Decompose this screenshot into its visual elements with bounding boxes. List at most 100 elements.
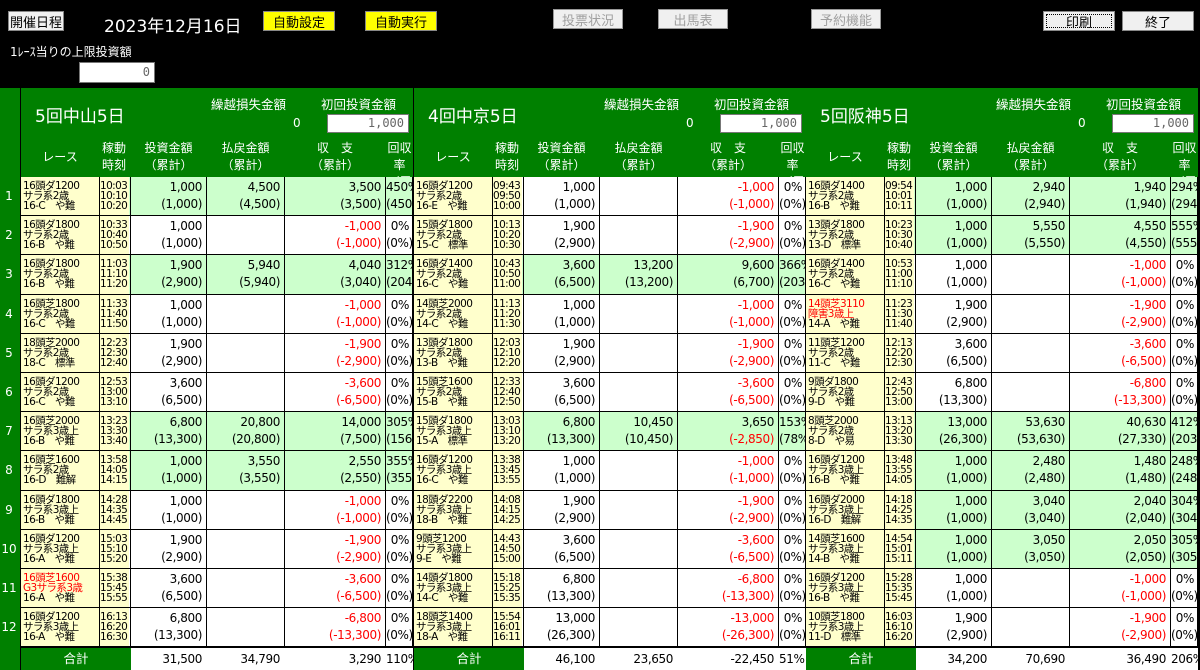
race-row[interactable]: 16頭ダ1400 サラ系2歳 16-B や難 09:54 10:01 10:11 1,000… [806,177,1200,217]
exit-button[interactable]: 終了 [1122,11,1194,31]
cell-divider [412,294,413,334]
cell-divider [915,490,916,530]
auto-setting-button[interactable]: 自動設定 [263,11,335,31]
cell-divider [385,216,386,256]
row-number: 2 [0,216,18,256]
race-invest-value: 3,600 [169,376,203,390]
race-row[interactable]: 14頭芝2000 サラ系2歳 14-C や難 11:13 11:20 11:30 1,000… [414,294,806,334]
race-row[interactable]: 16頭芝1800 サラ系2歳 16-C や難 11:33 11:40 11:50 1,000… [21,294,413,334]
cell-divider [677,333,678,373]
race-row[interactable]: 18頭芝2000 サラ系2歳 18-C 標準 12:23 12:30 12:40 1,900… [21,333,413,373]
vote-status-button[interactable]: 投票状況 [553,9,623,29]
payout-column-header: 払戻金額 （累計） [600,138,677,176]
race-row[interactable]: 16頭芝1600 G3サラ系3歳 16-A や難 15:38 15:45 15:55 3,6… [21,569,413,609]
race-row[interactable]: 15頭芝1600 サラ系2歳 15-B や難 12:33 12:40 12:50 3,600… [414,373,806,413]
race-row[interactable]: 16頭ダ1200 サラ系2歳 16-E や難 09:43 09:50 10:00 1,000… [414,177,806,217]
race-row[interactable]: 16頭芝1600 サラ系2歳 16-D 難解 13:58 14:05 14:15 1,000… [21,451,428,491]
initial-invest-input[interactable]: 1,000 [327,114,409,133]
race-row[interactable]: 10頭芝1800 サラ系3歳上 11-D 標準 16:03 16:10 16:20 1,90… [806,608,1198,648]
race-invest-value: (1,000) [161,314,202,329]
initial-invest-input[interactable]: 1,000 [1112,114,1194,133]
race-row[interactable]: 16頭ダ2000 サラ系3歳上 16-D 難解 14:18 14:25 14:35 1,00… [806,490,1200,530]
cell-divider [99,608,100,648]
auto-run-button[interactable]: 自動実行 [365,11,437,31]
reservation-button[interactable]: 予約機能 [811,9,881,29]
rate-column-header-line: 回収率 [1172,141,1197,172]
race-row[interactable]: 16頭ダ1400 サラ系2歳 16-C や難 10:53 11:00 11:10 1,000… [806,255,1198,295]
race-row[interactable]: 14頭芝1600 サラ系3歳上 14-B や難 14:54 15:01 15:11 1,00… [806,529,1200,569]
race-invest: 1,000 (1,000) [916,177,991,216]
total-balance: 3,290 [348,652,382,666]
race-row[interactable]: 16頭ダ1200 サラ系2歳 16-C や難 10:03 10:10 10:20 1,000… [21,177,428,217]
race-row[interactable]: 16頭ダ1400 サラ系2歳 16-C や難 10:43 10:50 11:00 3,600… [414,255,821,295]
race-balance: 4,550 (4,550) [1070,216,1170,255]
limit-input[interactable]: 0 [79,62,155,83]
race-row[interactable]: 11頭芝1200 サラ系2歳 11-C や難 12:13 12:20 12:30 3,600… [806,333,1198,373]
race-row[interactable]: 16頭ダ1200 サラ系3歳上 16-B や難 15:28 15:35 15:45 1,00… [806,569,1198,609]
race-payout-value: 5,550 [1032,219,1066,234]
race-row[interactable]: 13頭ダ1800 サラ系2歳 13-D 標準 10:23 10:30 10:40 1,000… [806,216,1200,256]
race-rate: 450% (450%) [386,177,428,216]
race-info-line: 18-C 標準 [23,356,75,369]
race-invest: 1,000 (1,000) [916,451,991,490]
race-rate-value: (0%) [386,510,413,525]
invest-column-header: 投資金額 （累計） [131,138,206,176]
race-rate-value: 0% [390,297,410,312]
race-rate-value: (0%) [779,589,806,603]
race-balance-value: (3,500) [340,197,381,211]
race-row[interactable]: 15頭ダ1800 サラ系2歳 15-C 標準 10:13 10:20 10:30 1,900… [414,216,806,256]
race-balance-value: (-26,300) [721,628,774,643]
race-balance-value: (-1,000) [729,314,774,329]
initial-invest-input[interactable]: 1,000 [720,114,802,133]
race-row[interactable]: 16頭ダ1200 サラ系3歳上 16-B や難 13:48 13:55 14:05 1,00… [806,451,1200,491]
race-row[interactable]: 18頭芝1400 サラ系3歳上 18-A や難 15:54 16:01 16:11 13,0… [414,608,806,648]
cell-divider [884,177,885,217]
race-row[interactable]: 16頭ダ1800 サラ系3歳上 16-B や難 14:28 14:35 14:45 1,00… [21,490,413,530]
print-button[interactable]: 印刷 [1043,11,1115,31]
race-invest-value: (1,000) [946,236,987,251]
race-row[interactable]: 16頭ダ1200 サラ系2歳 16-C や難 12:53 13:00 13:10 3,600… [21,373,413,413]
race-balance-value: -3,600 [344,572,382,586]
cell-divider [1170,608,1171,648]
cell-divider [1197,569,1198,609]
race-times: 10:53 11:00 11:10 [884,255,914,295]
race-times: 13:58 14:05 14:15 [99,451,129,491]
race-invest: 6,800 (13,300) [131,412,206,451]
race-payout [207,295,284,334]
race-row[interactable]: 16頭ダ1200 サラ系3歳上 16-A や難 15:03 15:10 15:20 1,90… [21,529,413,569]
cell-divider [412,216,413,256]
race-rate-value: 0% [783,532,803,547]
race-rate-value: (0%) [386,314,413,329]
race-rate-value: 0% [1175,572,1195,586]
race-payout: 3,040 (3,040) [992,491,1069,530]
cell-divider [677,412,678,452]
race-row[interactable]: 13頭ダ1800 サラ系2歳 13-B や難 12:03 12:10 12:20 1,900… [414,333,806,373]
race-row[interactable]: 16頭芝2000 サラ系3歳上 16-B や難 13:23 13:30 13:40 6,80… [21,412,428,452]
race-row[interactable]: 16頭ダ1800 サラ系2歳 16-B や難 11:03 11:10 11:20 1,900… [21,255,428,295]
race-row[interactable]: 14頭芝3110 障害3歳上 14-A や難 11:23 11:30 11:40 1,900… [806,294,1198,334]
race-row[interactable]: 15頭ダ1800 サラ系3歳上 15-A 標準 13:03 13:10 13:20 6,80… [414,412,813,452]
cell-divider [778,373,779,413]
race-row[interactable]: 14頭ダ1800 サラ系3歳上 14-C や難 15:18 15:25 15:35 6,80… [414,569,806,609]
cell-divider [385,373,386,413]
race-payout [600,334,677,373]
cell-divider [284,490,285,530]
race-row[interactable]: 16頭ダ1200 サラ系3歳上 16-A や難 16:13 16:20 16:30 6,80… [21,608,413,648]
race-rate-value: (204%) [386,275,428,290]
race-time: 14:15 [100,474,128,487]
cell-divider [412,490,413,530]
race-row[interactable]: 8頭芝2000 サラ系2歳 8-D や易 13:13 13:20 13:30 13,000 (… [806,412,1200,452]
race-rate: 412% (203%) [1171,412,1200,451]
race-rate: 305% (305%) [1171,530,1200,569]
race-row[interactable]: 9頭芝1200 サラ系3歳上 9-E や難 14:43 14:50 15:00 3,600 (… [414,529,806,569]
cell-divider [492,412,493,452]
race-rate-value: (0%) [386,353,413,368]
race-card-button[interactable]: 出馬表 [658,9,728,29]
schedule-button[interactable]: 開催日程 [8,11,64,31]
race-info-line: 18-B や難 [416,513,468,526]
race-row[interactable]: 16頭ダ1800 サラ系2歳 16-B や難 10:33 10:40 10:50 1,000… [21,216,413,256]
race-row[interactable]: 18頭ダ2200 サラ系3歳上 18-B や難 14:08 14:15 14:25 1,90… [414,490,806,530]
cell-divider [206,333,207,373]
race-row[interactable]: 16頭ダ1200 サラ系3歳上 16-C や難 13:38 13:45 13:55 1,00… [414,451,806,491]
race-row[interactable]: 9頭ダ1800 サラ系2歳 9-D や難 12:43 12:50 13:00 6,800 (1… [806,373,1198,413]
